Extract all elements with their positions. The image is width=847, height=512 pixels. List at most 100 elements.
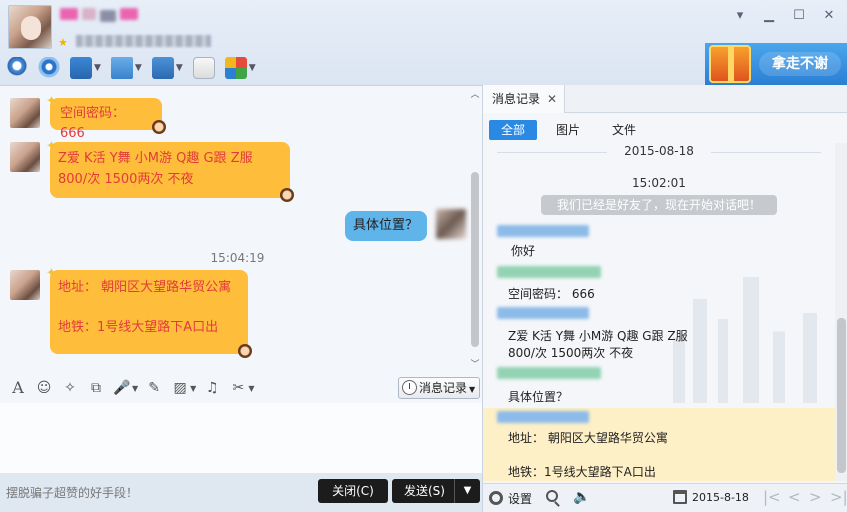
history-list[interactable]: 2015-08-18 15:02:01 我们已经是好友了，现在开始对话吧！ 你好… <box>483 143 835 481</box>
chevron-down-icon[interactable]: ▼ <box>248 384 254 393</box>
tab-label: 消息记录 <box>492 92 541 106</box>
own-message-bubble: 具体位置？ <box>345 211 427 241</box>
message-text-line: 800/次 1500两次 不夜 <box>58 172 194 187</box>
city-skyline-background <box>663 253 835 403</box>
window-menu-dropdown-icon[interactable]: ▾ <box>731 8 749 24</box>
history-footer: 设置 🔈 2015-8-18 |< < > >| <box>483 483 847 512</box>
screenshot-scissors-icon[interactable]: ✂ <box>228 378 248 398</box>
maximize-button[interactable]: ☐ <box>790 8 808 24</box>
close-icon[interactable]: ✕ <box>547 85 557 113</box>
sender-avatar[interactable] <box>10 270 40 300</box>
send-options-dropdown[interactable]: ▼ <box>454 479 480 503</box>
video-call-button[interactable] <box>38 55 60 81</box>
voice-message-icon[interactable]: 🎤 <box>112 378 132 398</box>
previous-page-button[interactable]: < <box>788 488 801 506</box>
close-window-button[interactable]: ✕ <box>820 8 838 24</box>
history-message-text: 具体位置？ <box>508 390 569 404</box>
edit-icon[interactable]: ✎ <box>144 378 164 398</box>
message-text: 具体位置？ <box>353 218 419 233</box>
search-icon[interactable] <box>546 490 558 502</box>
title-header: ★ ▾ ▁ ☐ ✕ ▼ ▼ ▼ ▼ 拿走不谢 <box>0 0 847 85</box>
message-input[interactable] <box>0 403 482 473</box>
shake-window-icon[interactable]: ⧉ <box>86 378 106 398</box>
voice-call-button[interactable] <box>6 55 28 81</box>
scroll-thumb[interactable] <box>471 172 479 347</box>
remote-assist-button[interactable]: ▼ <box>151 55 183 81</box>
history-date-selector[interactable]: 2015-8-18 <box>692 491 749 504</box>
chevron-down-icon[interactable]: ▼ <box>132 384 138 393</box>
promo-banner[interactable]: 拿走不谢 <box>705 43 847 85</box>
apps-button[interactable]: ▼ <box>224 55 256 81</box>
history-time: 15:02:01 <box>632 176 686 190</box>
history-scrollbar[interactable] <box>835 143 847 481</box>
music-icon[interactable]: ♫ <box>202 378 222 398</box>
contact-name-blurred <box>60 6 140 24</box>
sparkle-icon: ✦ <box>46 94 57 109</box>
chat-message-area[interactable]: ✦ 空间密码： 666 ✦ Z爱 K活 Y舞 小M游 Q趣 G跟 Z服 800/… <box>0 85 482 373</box>
chevron-down-icon[interactable]: ▼ <box>94 63 101 73</box>
magic-wand-icon[interactable]: ✧ <box>60 378 80 398</box>
message-text-line: 地铁：1号线大望路下A口出 <box>58 320 219 335</box>
close-button[interactable]: 关闭(C) <box>318 479 388 503</box>
speaker-icon[interactable]: 🔈 <box>573 489 590 505</box>
sparkle-icon: ✦ <box>46 266 57 281</box>
next-page-button[interactable]: > <box>809 488 822 506</box>
app-grid-icon <box>224 57 247 79</box>
create-discussion-button[interactable] <box>192 55 215 81</box>
chevron-down-icon[interactable]: ▼ <box>190 384 196 393</box>
microphone-icon <box>6 57 28 79</box>
chat-scrollbar[interactable]: ︿ ﹀ <box>470 90 480 370</box>
star-icon: ★ <box>58 36 68 49</box>
scroll-down-icon[interactable]: ﹀ <box>470 360 480 370</box>
contact-avatar[interactable] <box>8 5 52 49</box>
chevron-down-icon[interactable]: ▼ <box>176 63 183 73</box>
own-avatar[interactable] <box>436 209 466 239</box>
filter-images-tab[interactable]: 图片 <box>553 120 583 140</box>
scroll-up-icon[interactable]: ︿ <box>470 90 480 100</box>
sender-avatar[interactable] <box>10 142 40 172</box>
message-timestamp: 15:04:19 <box>210 251 265 265</box>
message-text-line: 地址： 朝阳区大望路华贸公寓 <box>58 280 232 295</box>
sender-avatar[interactable] <box>10 98 40 128</box>
message-history-button[interactable]: 消息记录 ▼ <box>398 377 480 399</box>
promo-label[interactable]: 拿走不谢 <box>759 52 841 76</box>
filter-all-tab[interactable]: 全部 <box>489 120 537 140</box>
screen-share-button[interactable]: ▼ <box>70 55 101 81</box>
contact-id-blurred <box>76 35 211 47</box>
message-bubble: ✦ 地址： 朝阳区大望路华贸公寓 地铁：1号线大望路下A口出 <box>46 266 252 358</box>
chevron-down-icon[interactable]: ▼ <box>249 63 256 73</box>
image-icon[interactable]: ▨ <box>170 378 190 398</box>
send-file-button[interactable]: ▼ <box>110 55 142 81</box>
sparkle-icon: ✦ <box>46 139 57 154</box>
calendar-icon[interactable] <box>673 490 687 504</box>
sender-name-blurred <box>497 307 589 319</box>
history-message-text: Z爱 K活 Y舞 小M游 Q趣 G跟 Z服 <box>508 329 688 343</box>
filter-files-tab[interactable]: 文件 <box>609 120 639 140</box>
history-date: 2015-08-18 <box>483 144 835 158</box>
monitor-icon <box>70 57 92 79</box>
sender-name-blurred <box>497 266 601 278</box>
scroll-thumb[interactable] <box>837 318 846 473</box>
sender-name-blurred <box>497 225 589 237</box>
emoji-icon[interactable]: ☺ <box>34 378 54 398</box>
chevron-down-icon: ▼ <box>469 385 476 394</box>
message-bubble: ✦ 空间密码： 666 <box>46 94 166 141</box>
chevron-down-icon[interactable]: ▼ <box>135 63 142 73</box>
font-icon[interactable]: A <box>8 378 28 398</box>
tab-message-history[interactable]: 消息记录 ✕ <box>483 85 565 113</box>
message-bubble: ✦ Z爱 K活 Y舞 小M游 Q趣 G跟 Z服 800/次 1500两次 不夜 <box>46 139 294 202</box>
history-message-text: 地址： 朝阳区大望路华贸公寓 <box>508 431 668 445</box>
sender-name-blurred <box>497 367 601 379</box>
pet-badge-icon <box>152 120 166 134</box>
message-text: 空间密码： 666 <box>60 106 126 141</box>
history-panel: 消息记录 ✕ 全部 图片 文件 2015-08-18 15:02:01 我们已经… <box>482 85 847 512</box>
minimize-button[interactable]: ▁ <box>760 8 778 24</box>
settings-button[interactable]: 设置 <box>508 490 532 507</box>
sender-name-blurred <box>497 411 589 423</box>
first-page-button[interactable]: |< <box>763 488 781 506</box>
tip-text[interactable]: 摆脱骗子超赞的好手段！ <box>6 484 138 501</box>
history-message-text: 空间密码： 666 <box>508 287 595 301</box>
remote-desktop-icon <box>151 57 174 79</box>
last-page-button[interactable]: >| <box>830 488 847 506</box>
gear-icon[interactable] <box>489 491 503 505</box>
